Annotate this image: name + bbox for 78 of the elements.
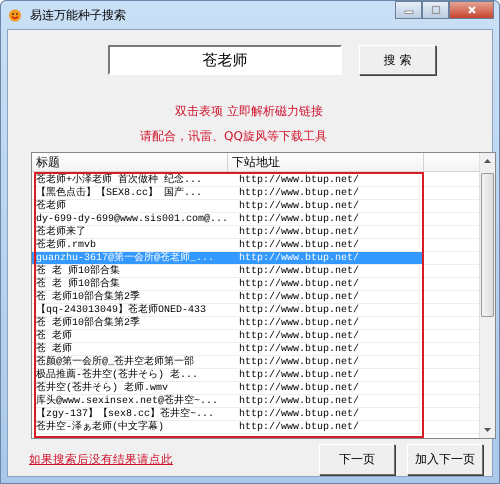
table-cell-text: 苍 老师 — [35, 330, 74, 342]
search-button[interactable]: 搜 索 — [359, 45, 436, 75]
maximize-icon — [430, 5, 440, 15]
list-row[interactable]: 【黑色点击】【SEX8.cc】 国产... http://www.btup.net/ — [32, 187, 479, 200]
table-cell-text: http://www.btup.net/ — [238, 356, 360, 368]
scroll-thumb[interactable] — [481, 173, 494, 317]
table-cell-text: http://www.btup.net/ — [238, 330, 360, 342]
list-row[interactable]: 【qq-243013049】苍老师ONED-433 http://www.btup.net/ — [32, 304, 479, 317]
list-row[interactable]: 苍 老师 http://www.btup.net/ — [32, 343, 479, 356]
table-cell-text: http://www.btup.net/ — [238, 304, 360, 316]
table-cell-text: 苍老师+小泽老师 首次做种 纪念... — [35, 174, 204, 186]
search-field[interactable]: 苍老师 — [108, 45, 342, 75]
table-cell-text: http://www.btup.net/ — [238, 343, 360, 355]
list-row[interactable]: 苍 老 师10部合集 http://www.btup.net/ — [32, 278, 479, 291]
no-results-link[interactable]: 如果搜索后没有结果请点此 — [29, 452, 173, 467]
list-row[interactable]: 极品推薦-苍井空(苍井そら) 老... http://www.btup.net/ — [32, 369, 479, 382]
scroll-up-icon[interactable] — [484, 159, 491, 163]
list-row[interactable]: 苍 老师10部合集第2季 http://www.btup.net/ — [32, 317, 479, 330]
table-cell-text: http://www.btup.net/ — [238, 187, 360, 199]
table-cell-text: http://www.btup.net/ — [238, 278, 360, 290]
list-row[interactable]: 苍 老师10部合集第2季 http://www.btup.net/ — [32, 291, 479, 304]
table-cell-text: http://www.btup.net/ — [238, 317, 360, 329]
list-row[interactable]: 苍井空-泽ぁ老师(中文字幕) http://www.btup.net/ — [32, 421, 479, 434]
table-cell-text: http://www.btup.net/ — [238, 265, 360, 277]
table-cell-text: http://www.btup.net/ — [238, 226, 360, 238]
table-cell-text: http://www.btup.net/ — [238, 421, 360, 433]
table-cell-text: http://www.btup.net/ — [238, 291, 360, 303]
table-cell-text: 【qq-243013049】苍老师ONED-433 — [35, 304, 208, 316]
table-cell-text: 极品推薦-苍井空(苍井そら) 老... — [35, 369, 200, 381]
list-row[interactable]: 苍老师 http://www.btup.net/ — [32, 200, 479, 213]
list-row[interactable]: 苍颜@第一会所@_苍井空老师第一部 http://www.btup.net/ — [32, 356, 479, 369]
table-cell-text: 苍颜@第一会所@_苍井空老师第一部 — [35, 356, 196, 368]
table-cell-text: 苍老师 — [35, 200, 67, 212]
list-row[interactable]: 苍老师+小泽老师 首次做种 纪念... http://www.btup.net/ — [32, 174, 479, 187]
table-cell-text: http://www.btup.net/ — [238, 369, 360, 381]
table-cell-text: http://www.btup.net/ — [238, 213, 360, 225]
table-cell-text: dy-699-dy-699@www.sis001.com@... — [35, 213, 230, 225]
close-icon — [466, 5, 476, 15]
table-cell-text: 苍老师.rmvb — [35, 239, 98, 251]
column-header[interactable]: 标题 — [32, 153, 228, 171]
table-cell: http://www.btup.net/ — [233, 252, 424, 264]
table-cell-text: 库头@www.sexinsex.net@苍井空~... — [35, 395, 220, 407]
table-cell-text: http://www.btup.net/ — [238, 395, 360, 407]
table-cell-text: http://www.btup.net/ — [238, 200, 360, 212]
maximize-button[interactable] — [422, 1, 449, 19]
hint-text: 双击表项 立即解析磁力链接 — [175, 103, 323, 120]
table-cell-text: 苍 老师10部合集第2季 — [35, 291, 142, 303]
table-cell-text: 苍 老 师10部合集 — [35, 278, 122, 290]
table-cell-text: 苍 老师10部合集第2季 — [35, 317, 142, 329]
table-cell-text: 苍井空-泽ぁ老师(中文字幕) — [35, 421, 166, 433]
table-cell-text: http://www.btup.net/ — [238, 174, 360, 186]
list-row[interactable]: 苍 老师 http://www.btup.net/ — [32, 330, 479, 343]
table-cell-text: 【黑色点击】【SEX8.cc】 国产... — [35, 187, 204, 199]
table-cell: guanzhu-3617@第一会所@苍老师_... — [32, 252, 233, 264]
page-button[interactable]: 下一页 — [319, 444, 395, 475]
minimize-button[interactable] — [395, 1, 422, 19]
table-cell-text: http://www.btup.net/ — [238, 382, 360, 394]
list-row[interactable]: dy-699-dy-699@www.sis001.com@... http://www.btup.net/ — [32, 213, 479, 226]
close-button[interactable] — [449, 1, 494, 19]
page-button[interactable]: 加入下一页 — [407, 444, 483, 475]
hint-text: 请配合，讯雷、QQ旋风等下载工具 — [140, 128, 327, 145]
list-row[interactable]: 【zgy-137】【sex8.cc】苍井空~... http://www.btup.net/ — [32, 408, 479, 421]
scrollbar[interactable] — [479, 153, 495, 438]
table-cell-text: 苍 老 师10部合集 — [35, 265, 122, 277]
list-row[interactable]: 苍 老 师10部合集 http://www.btup.net/ — [32, 265, 479, 278]
table-cell-text: 苍老师来了 — [35, 226, 87, 238]
column-header[interactable]: 下站地址 — [228, 153, 424, 171]
table-cell-text: http://www.btup.net/ — [238, 408, 360, 420]
scroll-down-icon[interactable] — [484, 428, 491, 432]
table-cell-text: 苍井空(苍井そら) 老师.wmv — [35, 382, 170, 394]
window-title: 易连万能种子搜索 — [30, 6, 126, 24]
table-cell-text: 【zgy-137】【sex8.cc】苍井空~... — [35, 408, 216, 420]
smiley-icon — [8, 8, 22, 22]
list-row[interactable]: 库头@www.sexinsex.net@苍井空~... http://www.btup.net/ — [32, 395, 479, 408]
table-cell-text: http://www.btup.net/ — [238, 239, 360, 251]
list-row[interactable]: 苍井空(苍井そら) 老师.wmv http://www.btup.net/ — [32, 382, 479, 395]
list-row[interactable]: 苍老师来了 http://www.btup.net/ — [32, 226, 479, 239]
table-cell-text: 苍 老师 — [35, 343, 74, 355]
